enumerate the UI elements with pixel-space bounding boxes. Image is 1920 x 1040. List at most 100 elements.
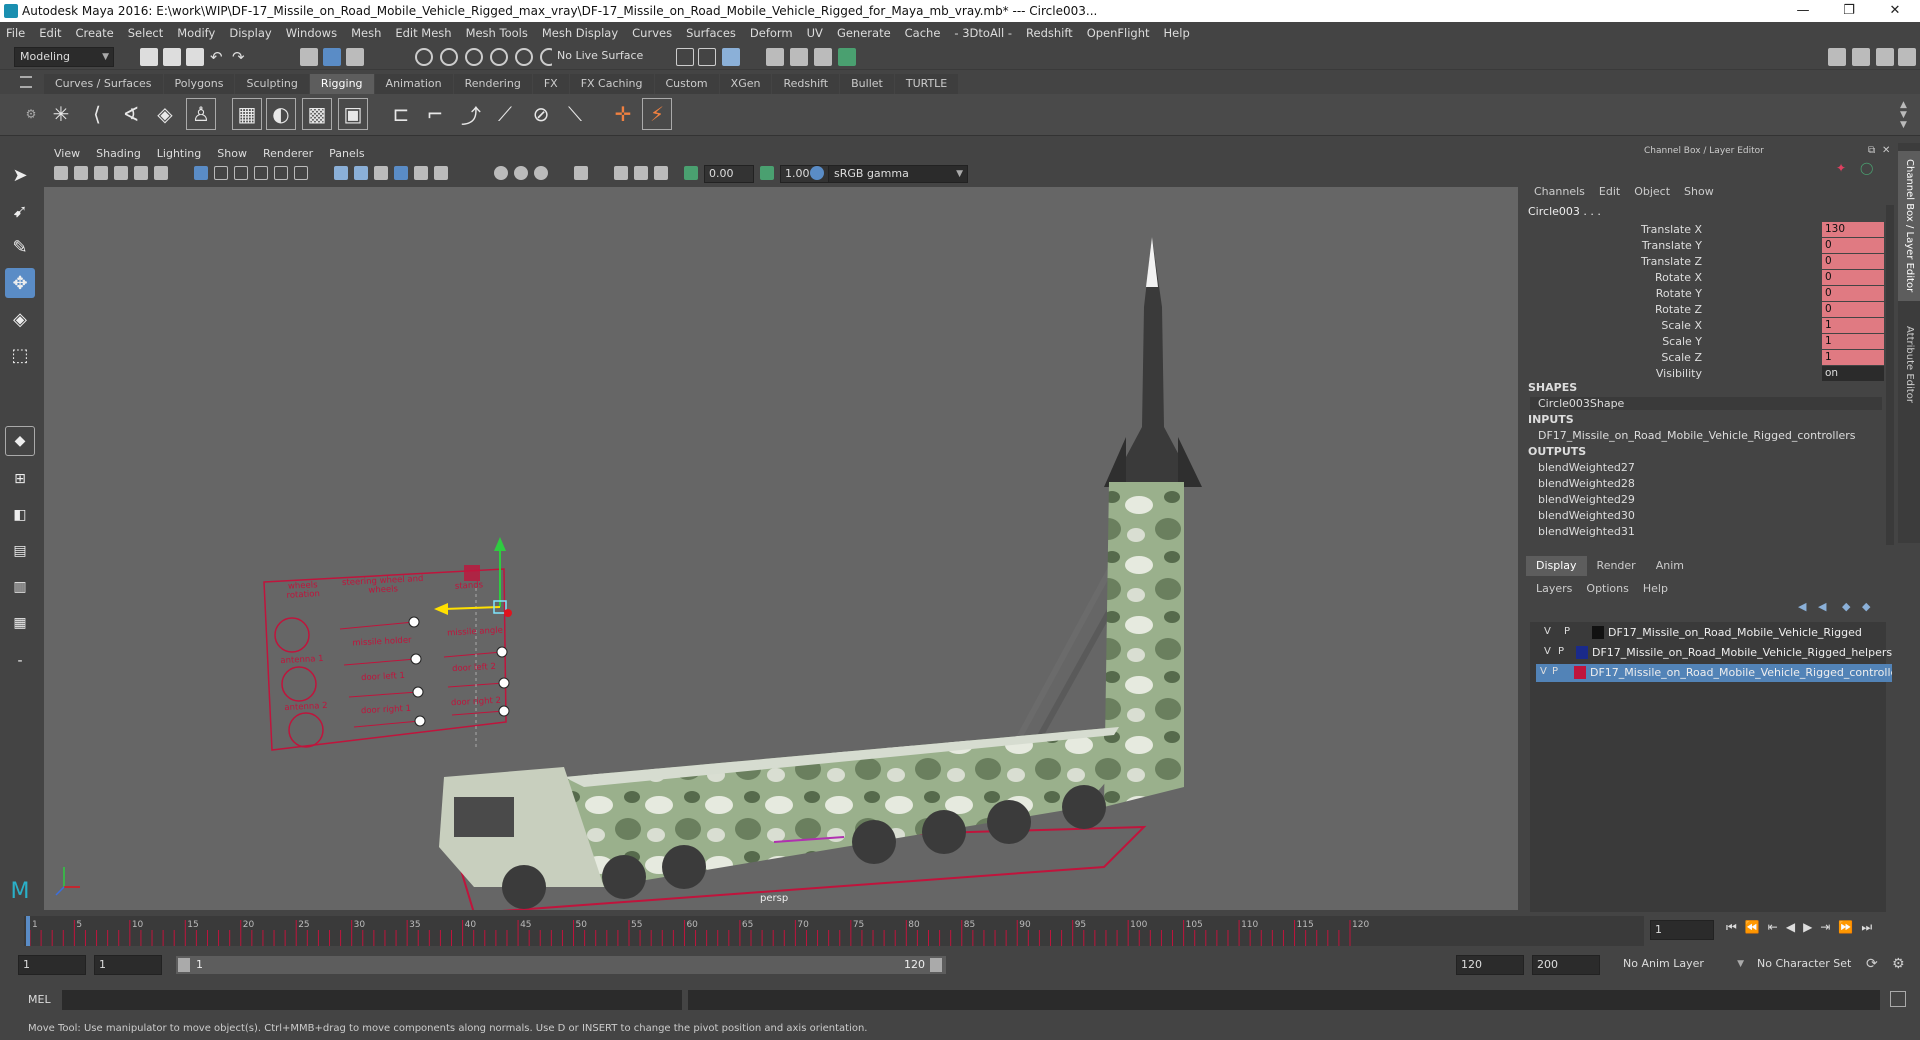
channel-value[interactable]: 1 [1822,334,1884,349]
tool-settings-toggle-icon[interactable] [1876,48,1894,66]
menu-mesh-tools[interactable]: Mesh Tools [466,26,528,40]
layer-color-swatch[interactable] [1576,646,1588,659]
auto-key-icon[interactable]: ⟳ [1866,956,1878,972]
render-settings-icon[interactable] [814,48,832,66]
shelf-tab-bullet[interactable]: Bullet [840,74,894,94]
new-empty-layer-icon[interactable]: ◆ [1842,600,1850,613]
paint-select-tool-icon[interactable]: ✎ [5,232,35,262]
ik-spline-icon[interactable]: ∢ [116,98,146,130]
output-node[interactable]: blendWeighted29 [1538,493,1635,506]
go-to-start-icon[interactable]: ⏮ [1726,920,1737,935]
shelf-tab-xgen[interactable]: XGen [719,74,772,94]
menu-modify[interactable]: Modify [177,26,215,40]
ik-handle-icon[interactable]: ⟨ [82,98,112,130]
step-forward-frame-icon[interactable]: ⏩ [1838,920,1853,935]
range-slider-end-handle[interactable] [930,958,942,972]
select-hierarchy-icon[interactable] [300,48,318,66]
playback-end-field[interactable]: 120 [1456,955,1524,975]
motion-blur-icon[interactable] [514,166,528,180]
ipr-render-icon[interactable] [790,48,808,66]
menu-edit[interactable]: Edit [39,26,61,40]
new-scene-icon[interactable] [140,48,158,66]
menu-curves[interactable]: Curves [632,26,672,40]
four-view-layout-icon[interactable]: ⊞ [5,464,35,494]
selected-object-name[interactable]: Circle003 . . . [1528,205,1601,218]
scale-tool-icon[interactable]: ⬚ [5,340,35,370]
insert-joint-icon[interactable]: ◈ [150,98,180,130]
gate-mask-icon[interactable] [254,166,268,180]
layer-tab-display[interactable]: Display [1526,556,1587,576]
menu-mesh-display[interactable]: Mesh Display [542,26,618,40]
channel-value[interactable]: on [1822,366,1884,381]
construction-history-icon[interactable] [698,48,716,66]
exposure-icon[interactable] [684,166,698,180]
orient-constraint-icon[interactable]: ⟋ [490,98,520,130]
shelf-tab-polygons[interactable]: Polygons [163,74,235,94]
output-node[interactable]: blendWeighted31 [1538,525,1635,538]
custom-layout-icon[interactable]: - [5,646,35,676]
shape-node[interactable]: Circle003Shape [1530,397,1882,410]
persp-hypershade-layout-icon[interactable]: ▥ [5,572,35,602]
input-output-icon[interactable] [676,48,694,66]
shadows-icon[interactable] [434,166,448,180]
single-perspective-layout-icon[interactable]: ◆ [5,426,35,456]
channel-box-keyframe-icon[interactable]: ◯ [1860,161,1873,175]
current-time-indicator[interactable] [26,916,30,946]
screen-space-ao-icon[interactable] [494,166,508,180]
channel-rotate-z[interactable]: Rotate Z 0 [1524,302,1884,318]
side-tab-channel-box[interactable]: Channel Box / Layer Editor [1898,151,1920,301]
select-component-icon[interactable] [346,48,364,66]
layer-playback-toggle[interactable]: P [1564,626,1570,637]
mode-selector[interactable]: Modeling ▼ [14,47,114,67]
channel-translate-x[interactable]: Translate X 130 [1524,222,1884,238]
use-all-lights-icon[interactable] [414,166,428,180]
layer-playback-toggle[interactable]: P [1552,666,1558,677]
channel-scale-y[interactable]: Scale Y 1 [1524,334,1884,350]
isolate-select-icon[interactable] [574,166,588,180]
2d-pan-zoom-icon[interactable] [134,166,148,180]
channel-value[interactable]: 130 [1822,222,1884,237]
character-set-selector[interactable]: No Character Set [1752,955,1862,975]
aim-constraint-icon[interactable]: ⤴ [456,98,486,130]
camera-attributes-icon[interactable] [74,166,88,180]
channel-value[interactable]: 1 [1822,350,1884,365]
modeling-toolkit-icon[interactable] [1828,48,1846,66]
menu-openflight[interactable]: OpenFlight [1087,26,1150,40]
undo-icon[interactable]: ↶ [210,48,228,66]
animation-preferences-icon[interactable]: ⚙ [1892,956,1905,972]
output-node[interactable]: blendWeighted27 [1538,461,1635,474]
anim-layer-selector[interactable]: No Anim Layer ▼ [1618,955,1748,975]
hypershade-icon[interactable] [838,48,856,66]
bookmark-icon[interactable] [94,166,108,180]
menu-file[interactable]: File [6,26,25,40]
layer-tab-render[interactable]: Render [1587,556,1646,576]
cb-menu-object[interactable]: Object [1634,185,1670,198]
pole-vector-icon[interactable]: ⟍ [560,98,590,130]
go-to-end-icon[interactable]: ⏭ [1861,920,1872,935]
channel-translate-y[interactable]: Translate Y 0 [1524,238,1884,254]
locator-icon[interactable]: ⊏ [386,98,416,130]
gamma-icon[interactable] [760,166,774,180]
select-camera-icon[interactable] [54,166,68,180]
close-panel-icon[interactable]: ✕ [1882,145,1890,156]
step-back-frame-icon[interactable]: ⏪ [1745,920,1760,935]
film-gate-icon[interactable] [214,166,228,180]
step-forward-key-icon[interactable]: ⇥ [1820,920,1830,935]
layer-playback-toggle[interactable]: P [1558,646,1564,657]
grease-pencil-icon[interactable] [154,166,168,180]
smooth-shade-icon[interactable] [354,166,368,180]
snap-view-icon[interactable] [490,48,508,66]
cb-menu-channels[interactable]: Channels [1534,185,1585,198]
menu-select[interactable]: Select [128,26,163,40]
xray-components-icon[interactable] [654,166,668,180]
play-backwards-icon[interactable]: ◀ [1786,920,1795,935]
perspective-viewport[interactable]: wheels rotation steering wheel and wheel… [44,187,1518,910]
render-frame-icon[interactable] [766,48,784,66]
joint-tool-icon[interactable]: ✳ [46,98,76,130]
safe-action-icon[interactable] [294,166,308,180]
viewport-menu-show[interactable]: Show [217,147,247,160]
time-slider[interactable]: 1 5 10 15 20 25 30 35 40 45 50 55 60 65 70 75 80 85 90 95 10… [24,916,1644,946]
channel-value[interactable]: 0 [1822,302,1884,317]
viewport-menu-panels[interactable]: Panels [329,147,364,160]
layer-menu-layers[interactable]: Layers [1536,582,1572,595]
